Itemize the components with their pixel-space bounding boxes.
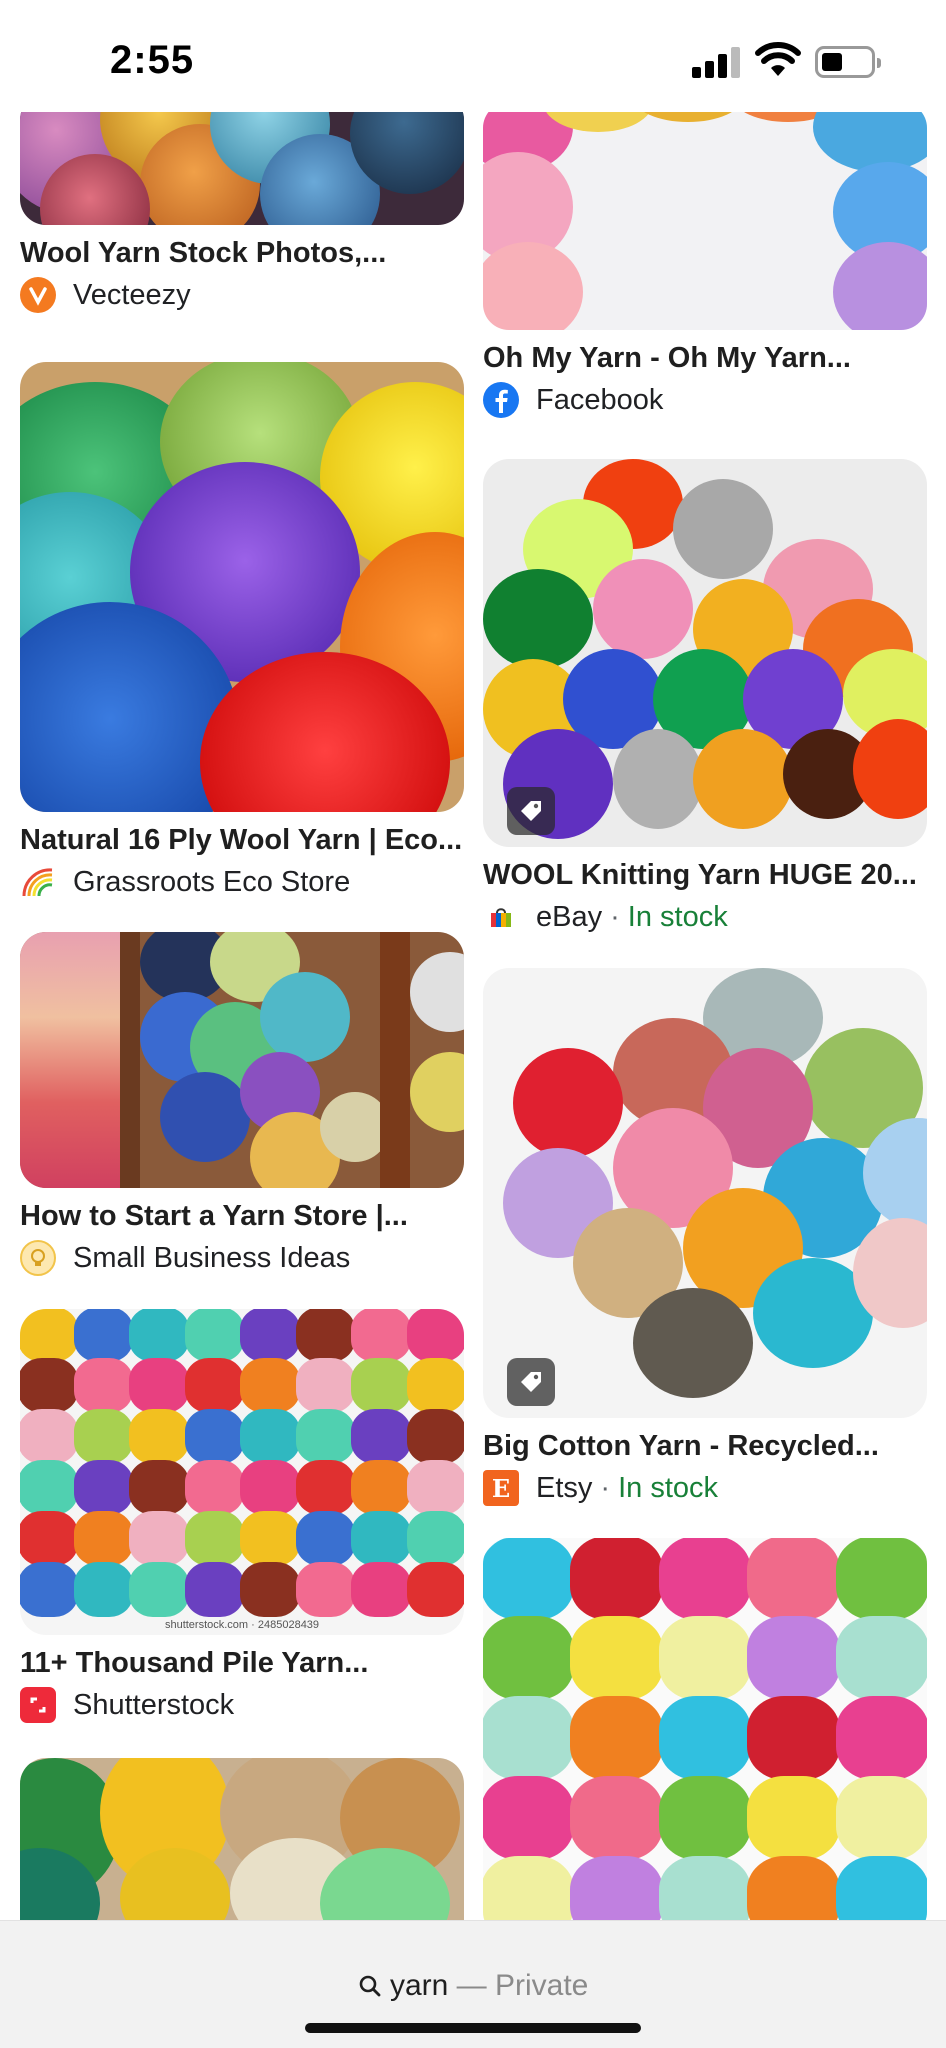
- source-name: Grassroots Eco Store: [73, 865, 351, 898]
- shopping-tag-icon: [507, 787, 555, 835]
- shopping-tag-icon: [507, 1358, 555, 1406]
- result-title[interactable]: Wool Yarn Stock Photos,...: [20, 233, 464, 273]
- result-image[interactable]: [483, 459, 927, 847]
- bottom-search-bar[interactable]: yarn — Private: [0, 1920, 946, 2048]
- result-card[interactable]: shutterstock.com · 2485028439 11+ Thousa…: [20, 1309, 464, 1727]
- result-card[interactable]: WOOL Knitting Yarn HUGE 20... eBay · In …: [483, 459, 927, 939]
- result-title[interactable]: Big Cotton Yarn - Recycled...: [483, 1426, 927, 1466]
- result-image[interactable]: [483, 102, 927, 330]
- result-source[interactable]: Vecteezy: [20, 273, 464, 317]
- source-name: Shutterstock: [73, 1688, 235, 1721]
- rainbow-favicon-icon: [20, 864, 56, 900]
- battery-icon: [815, 46, 881, 78]
- separator-dot: ·: [610, 900, 620, 933]
- image-watermark: shutterstock.com · 2485028439: [164, 1619, 320, 1631]
- search-query-display[interactable]: yarn — Private: [0, 1969, 946, 2003]
- result-image[interactable]: [483, 968, 927, 1418]
- result-source[interactable]: E Etsy · In stock: [483, 1466, 927, 1510]
- vecteezy-favicon-icon: [20, 277, 56, 313]
- private-label: — Private: [456, 1969, 589, 2002]
- source-name: Facebook: [536, 383, 664, 416]
- result-card[interactable]: How to Start a Yarn Store |... Small Bus…: [20, 932, 464, 1280]
- result-title[interactable]: Natural 16 Ply Wool Yarn | Eco...: [20, 820, 464, 860]
- result-title[interactable]: WOOL Knitting Yarn HUGE 20...: [483, 855, 927, 895]
- stock-status: In stock: [627, 900, 728, 933]
- result-card[interactable]: Wool Yarn Stock Photos,... Vecteezy: [20, 94, 464, 317]
- result-image[interactable]: shutterstock.com · 2485028439: [20, 1309, 464, 1635]
- result-source[interactable]: Grassroots Eco Store: [20, 860, 464, 904]
- shutterstock-favicon-icon: [20, 1687, 56, 1723]
- home-indicator[interactable]: [305, 2023, 641, 2033]
- source-name: Small Business Ideas: [73, 1241, 351, 1274]
- ebay-favicon-icon: [483, 899, 519, 935]
- source-name: Vecteezy: [73, 278, 191, 311]
- status-bar: 2:55: [0, 0, 946, 112]
- result-image[interactable]: [483, 1538, 927, 1938]
- result-source[interactable]: Shutterstock: [20, 1683, 464, 1727]
- result-title[interactable]: Oh My Yarn - Oh My Yarn...: [483, 338, 927, 378]
- result-source[interactable]: Small Business Ideas: [20, 1236, 464, 1280]
- result-image[interactable]: [20, 932, 464, 1188]
- source-name: Etsy: [536, 1471, 593, 1504]
- search-query-text: yarn: [389, 1969, 449, 2002]
- result-card[interactable]: [483, 1538, 927, 1938]
- separator-dot: ·: [600, 1471, 611, 1504]
- result-card[interactable]: Big Cotton Yarn - Recycled... E Etsy · I…: [483, 968, 927, 1510]
- result-title[interactable]: How to Start a Yarn Store |...: [20, 1196, 464, 1236]
- facebook-favicon-icon: [483, 382, 519, 418]
- result-title[interactable]: 11+ Thousand Pile Yarn...: [20, 1643, 464, 1683]
- cellular-signal-icon: [692, 46, 740, 78]
- result-image[interactable]: [20, 362, 464, 812]
- result-image[interactable]: [20, 94, 464, 225]
- status-time: 2:55: [110, 38, 195, 82]
- stock-status: In stock: [618, 1471, 719, 1504]
- result-source[interactable]: eBay · In stock: [483, 895, 927, 939]
- etsy-favicon-icon: E: [483, 1470, 519, 1506]
- result-source[interactable]: Facebook: [483, 378, 927, 422]
- lightbulb-favicon-icon: [20, 1240, 56, 1276]
- search-icon: [359, 1975, 381, 1997]
- result-card[interactable]: Oh My Yarn - Oh My Yarn... Facebook: [483, 102, 927, 422]
- wifi-icon: [755, 42, 801, 76]
- source-name: eBay: [536, 900, 603, 933]
- result-card[interactable]: Natural 16 Ply Wool Yarn | Eco... Grassr…: [20, 362, 464, 904]
